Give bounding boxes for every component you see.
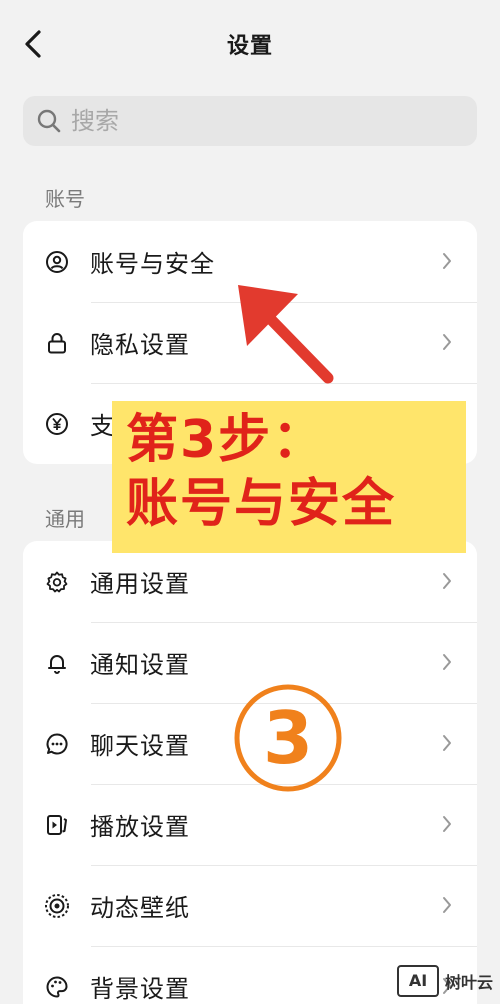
page-title: 设置 — [226, 34, 273, 59]
settings-item-label: 动态壁纸 — [90, 894, 190, 922]
step-number: 3 — [263, 696, 313, 780]
step-number-circle: 3 — [234, 684, 342, 792]
annotation-arrow — [238, 285, 334, 384]
palette-icon — [43, 973, 71, 1001]
settings-item-general[interactable]: 通用设置 — [23, 541, 477, 622]
settings-item-playback[interactable]: 播放设置 — [23, 784, 477, 865]
yen-circle-icon — [43, 410, 71, 438]
watermark-text: 树叶云 — [445, 972, 494, 992]
search-icon — [35, 107, 63, 135]
chevron-right-icon — [439, 249, 455, 273]
settings-item-label: 背景设置 — [90, 975, 190, 1003]
search-bar[interactable] — [23, 96, 477, 146]
settings-item-label: 通用设置 — [90, 570, 190, 598]
chevron-right-icon — [439, 812, 455, 836]
chevron-right-icon — [439, 330, 455, 354]
settings-item-label: 聊天设置 — [90, 732, 190, 760]
step-caption-line2: 账号与安全 — [126, 474, 397, 534]
step-caption-line1: 第3步： — [126, 410, 327, 470]
watermark: AI 树叶云 — [397, 957, 500, 1004]
step-caption: 第3步： 账号与安全 — [126, 408, 396, 536]
settings-item-label: 账号与安全 — [90, 250, 215, 278]
bell-icon — [43, 649, 71, 677]
nav-header: 设置 — [0, 0, 500, 88]
live-wallpaper-icon — [43, 892, 71, 920]
section-title-account: 账号 — [45, 187, 85, 211]
settings-item-label: 通知设置 — [90, 651, 190, 679]
settings-item-label: 隐私设置 — [90, 331, 190, 359]
chat-bubble-icon — [43, 730, 71, 758]
gear-icon — [43, 568, 71, 596]
chevron-right-icon — [439, 650, 455, 674]
chevron-right-icon — [439, 569, 455, 593]
lock-icon — [43, 329, 71, 357]
watermark-logo: AI — [397, 964, 439, 997]
search-input[interactable] — [69, 106, 453, 136]
chevron-right-icon — [439, 731, 455, 755]
section-title-general: 通用 — [45, 507, 85, 531]
chevron-right-icon — [439, 893, 455, 917]
settings-item-live-wallpaper[interactable]: 动态壁纸 — [23, 865, 477, 946]
user-circle-icon — [43, 248, 71, 276]
settings-item-label: 播放设置 — [90, 813, 190, 841]
play-device-icon — [43, 811, 71, 839]
